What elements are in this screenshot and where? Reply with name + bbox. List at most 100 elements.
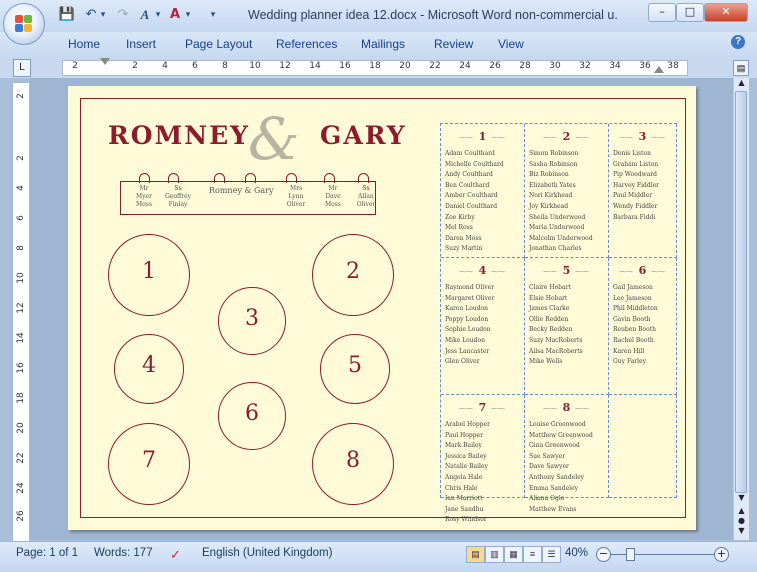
maximize-button[interactable]: □: [676, 3, 704, 22]
ruler-number: 26: [16, 510, 26, 522]
guest-table-cell[interactable]: ⁓⁓ ⁓⁓ 8 Louise Greenwood Matthew Greenwood Gi…: [525, 395, 609, 513]
outline-view-icon[interactable]: ≡: [523, 546, 542, 563]
guest-table-cell[interactable]: ⁓⁓ ⁓⁓ 4 Raymond Oliver Margaret Oliver Karen …: [441, 258, 525, 395]
draft-view-icon[interactable]: ☰: [542, 546, 561, 563]
zoom-level[interactable]: 40%: [565, 547, 588, 559]
ruler-number: 32: [579, 61, 591, 71]
head-seat: Mrs Lynn Oliver: [287, 185, 306, 209]
guest-table-number: 6: [638, 264, 647, 277]
text-effect-dropdown-icon[interactable]: ▾: [149, 6, 167, 24]
guest-table-cell[interactable]: ⁓⁓ ⁓⁓ 6 Gail Jameson Lee Jameson Phil Middlet…: [609, 258, 677, 395]
zoom-out-button[interactable]: −: [596, 547, 611, 562]
scroll-up-icon[interactable]: ▲: [734, 78, 749, 87]
guest-name: Paul Middler: [613, 192, 653, 200]
guest-name: Arabel Hopper: [445, 421, 490, 428]
guest-name: Gina Greenwood: [529, 442, 580, 450]
language-label[interactable]: English (United Kingdom): [202, 547, 332, 559]
tab-mailings[interactable]: Mailings: [361, 37, 405, 51]
previous-page-icon[interactable]: ▲: [734, 506, 749, 515]
round-table-4: 4: [114, 334, 184, 404]
guest-name: Adam Coulthard: [445, 150, 495, 157]
guest-name: Ailsa MacRoberts: [529, 347, 583, 355]
ruler-number: 26: [489, 61, 501, 71]
chair-icon: [139, 173, 150, 183]
tab-stop-selector-icon[interactable]: L: [13, 59, 31, 77]
guest-name: Ollie Redden: [529, 315, 569, 323]
ruler-number: 10: [16, 272, 26, 284]
close-button[interactable]: ✕: [704, 3, 748, 22]
save-icon[interactable]: 💾: [58, 6, 76, 24]
guest-name: Harvey Fiddler: [613, 181, 660, 189]
tab-home[interactable]: Home: [68, 37, 100, 51]
full-screen-reading-view-icon[interactable]: ▥: [485, 546, 504, 563]
guest-name: Matthew Evans: [529, 505, 577, 513]
ruler-number: 22: [429, 61, 441, 71]
status-bar: Page: 1 of 1 Words: 177 ✓ English (Unite…: [0, 541, 757, 572]
redo-icon[interactable]: ↷: [114, 6, 132, 24]
seat-line: Mr: [139, 185, 149, 192]
customize-toolbar-icon[interactable]: ▾: [204, 6, 222, 24]
seat-line: Mr: [328, 185, 338, 192]
document-area[interactable]: ROMNEY & GARY Mr Myer Moss Ss Geoffrey F…: [30, 78, 733, 540]
seat-line: Lynn: [288, 193, 304, 200]
web-layout-view-icon[interactable]: ▦: [504, 546, 523, 563]
undo-dropdown-icon[interactable]: ▾: [94, 6, 112, 24]
print-layout-view-icon[interactable]: ▤: [466, 546, 485, 563]
seat-line: Moss: [136, 201, 152, 208]
chair-icon: [324, 173, 335, 183]
help-icon[interactable]: ?: [731, 35, 745, 49]
guest-name: Reuben Booth: [613, 326, 657, 334]
guest-name: Gavin Booth: [613, 315, 651, 323]
tab-page-layout[interactable]: Page Layout: [185, 37, 252, 51]
page-count[interactable]: Page: 1 of 1: [16, 547, 78, 559]
guest-name: Sue Sawyer: [529, 452, 566, 460]
guest-list-grid[interactable]: ⁓⁓ ⁓⁓ 1 Adam Coulthard Michelle Coulthard And…: [440, 123, 677, 523]
guest-table-cell[interactable]: [609, 395, 677, 498]
tab-view[interactable]: View: [498, 37, 524, 51]
tab-references[interactable]: References: [276, 37, 337, 51]
guest-name: Pip Woodward: [613, 171, 657, 179]
tab-review[interactable]: Review: [434, 37, 473, 51]
right-indent-marker[interactable]: [654, 66, 664, 73]
round-table-2: 2: [312, 234, 394, 316]
guest-name: Malcolm Underwood: [529, 234, 593, 242]
ruler-number: 16: [339, 61, 351, 71]
zoom-in-button[interactable]: +: [714, 547, 729, 562]
horizontal-ruler[interactable]: 2 2 4 6 8 10 12 14 16 18 20 22 24 26 28 …: [62, 60, 688, 76]
scroll-down-icon[interactable]: ▼: [734, 493, 749, 502]
seat-line: Mrs: [289, 185, 303, 192]
guest-table-cell[interactable]: ⁓⁓ ⁓⁓ 3 Denis Liston Graham Liston Pip Woodwa…: [609, 124, 677, 258]
head-seat: Ss Allan Oliver: [357, 185, 376, 209]
round-table-8: 8: [312, 423, 394, 505]
view-ruler-icon[interactable]: ▤: [733, 60, 749, 76]
next-page-icon[interactable]: ▼: [734, 526, 749, 535]
select-browse-object-icon[interactable]: ●: [734, 516, 749, 525]
word-count[interactable]: Words: 177: [94, 547, 153, 559]
guest-name: Amber Coulthard: [445, 192, 498, 200]
proofing-icon[interactable]: ✓: [170, 547, 181, 563]
guest-name: Aliana Ogle: [529, 495, 565, 503]
guest-name: Mel Ross: [445, 224, 473, 232]
font-color-dropdown-icon[interactable]: ▾: [179, 6, 197, 24]
minimize-button[interactable]: –: [648, 3, 676, 22]
guest-name: Sheila Underwood: [529, 213, 586, 221]
office-logo-part: [15, 24, 23, 32]
guest-name: Louise Greenwood: [529, 421, 586, 428]
guest-name: Gail Jameson: [613, 284, 653, 291]
guest-name: Elizabeth Yates: [529, 181, 576, 189]
left-indent-marker[interactable]: [100, 58, 110, 65]
guest-table-cell[interactable]: ⁓⁓ ⁓⁓ 5 Claire Hobart Elsie Hobart James Clar…: [525, 258, 609, 395]
guest-table-cell[interactable]: ⁓⁓ ⁓⁓ 1 Adam Coulthard Michelle Coulthard And…: [441, 124, 525, 258]
scroll-thumb[interactable]: [735, 91, 747, 493]
guest-name: Margaret Oliver: [445, 294, 495, 302]
guest-table-cell[interactable]: ⁓⁓ ⁓⁓ 7 Arabel Hopper Paul Hopper Mark Bailey…: [441, 395, 525, 523]
zoom-slider-thumb[interactable]: [626, 548, 635, 561]
tab-insert[interactable]: Insert: [126, 37, 156, 51]
document-page[interactable]: ROMNEY & GARY Mr Myer Moss Ss Geoffrey F…: [68, 86, 696, 530]
vertical-scrollbar[interactable]: ▲ ▼ ▲ ● ▼: [733, 78, 749, 540]
guest-name: Guy Farley: [613, 358, 647, 366]
vertical-ruler[interactable]: 2 2 4 6 8 10 12 14 16 18 20 22 24 26: [12, 82, 30, 542]
guest-table-cell[interactable]: ⁓⁓ ⁓⁓ 2 Simon Robinson Sasha Robinson Biz Rob…: [525, 124, 609, 258]
office-button[interactable]: [3, 3, 45, 45]
ruler-number: 24: [459, 61, 471, 71]
